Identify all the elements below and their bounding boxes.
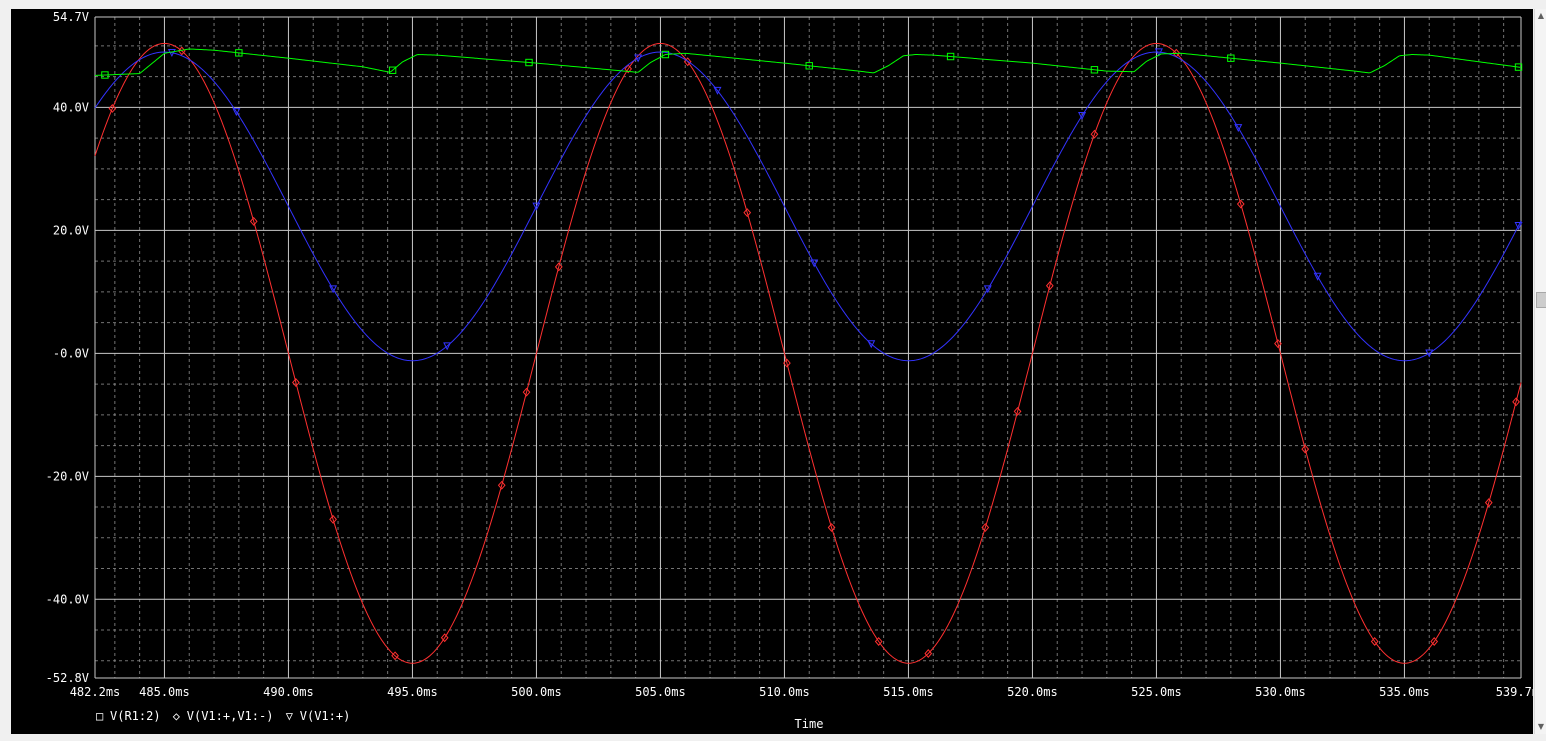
series-0 — [94, 48, 1523, 79]
probe-window: 482.2ms 485.0ms 490.0ms 495.0ms 500.0ms 505.0… — [0, 0, 1546, 741]
y-tick-label: -40.0V — [46, 592, 89, 606]
vertical-scrollbar[interactable]: ▲ ▼ — [1534, 9, 1546, 734]
series-line — [94, 51, 1522, 362]
waveform-chart: 482.2ms 485.0ms 490.0ms 495.0ms 500.0ms 505.0… — [46, 10, 1533, 731]
tick-labels: 482.2ms 485.0ms 490.0ms 495.0ms 500.0ms 505.0… — [46, 10, 1533, 699]
minor-grid — [95, 17, 1521, 678]
x-tick-label: 535.0ms — [1379, 685, 1430, 699]
x-tick-label: 539.7ms — [1496, 685, 1533, 699]
scrollbar-thumb[interactable] — [1536, 292, 1546, 308]
y-tick-label: 54.7V — [53, 10, 89, 24]
x-tick-label: 510.0ms — [759, 685, 810, 699]
x-tick-label: 505.0ms — [635, 685, 686, 699]
x-tick-label: 495.0ms — [387, 685, 438, 699]
legend-label: V(R1:2) — [110, 709, 161, 723]
legend-symbol-icon: □ — [96, 709, 103, 723]
bottom-toolbar-strip — [11, 734, 1533, 741]
major-grid — [94, 16, 1522, 679]
series-2 — [94, 48, 1523, 362]
x-tick-label: 500.0ms — [511, 685, 562, 699]
y-tick-label: 40.0V — [53, 100, 89, 114]
x-tick-label: 520.0ms — [1007, 685, 1058, 699]
legend-item: ▽ V(V1:+) — [286, 709, 351, 723]
scroll-up-icon[interactable]: ▲ — [1535, 9, 1546, 23]
legend-item: □ V(R1:2) — [96, 709, 161, 723]
legend-label: V(V1:+) — [300, 709, 351, 723]
y-tick-label: -0.0V — [53, 346, 89, 360]
y-tick-label: -52.8V — [46, 671, 89, 685]
x-tick-label: 485.0ms — [139, 685, 190, 699]
legend-label: V(V1:+,V1:-) — [187, 709, 274, 723]
x-axis-title: Time — [795, 717, 824, 731]
x-tick-label: 490.0ms — [263, 685, 314, 699]
scroll-down-icon[interactable]: ▼ — [1535, 720, 1546, 734]
y-tick-label: -20.0V — [46, 469, 89, 483]
x-tick-label: 482.2ms — [70, 685, 121, 699]
legend-item: ◇ V(V1:+,V1:-) — [173, 709, 274, 723]
x-tick-label: 515.0ms — [883, 685, 934, 699]
legend-symbol-icon: ◇ — [173, 709, 181, 723]
x-tick-label: 525.0ms — [1131, 685, 1182, 699]
legend-symbol-icon: ▽ — [286, 709, 294, 723]
legend: □ V(R1:2) ◇ V(V1:+,V1:-) ▽ V(V1:+) — [96, 709, 350, 723]
y-tick-label: 20.0V — [53, 223, 89, 237]
x-tick-label: 530.0ms — [1255, 685, 1306, 699]
plot-area: 482.2ms 485.0ms 490.0ms 495.0ms 500.0ms 505.0… — [11, 9, 1533, 734]
